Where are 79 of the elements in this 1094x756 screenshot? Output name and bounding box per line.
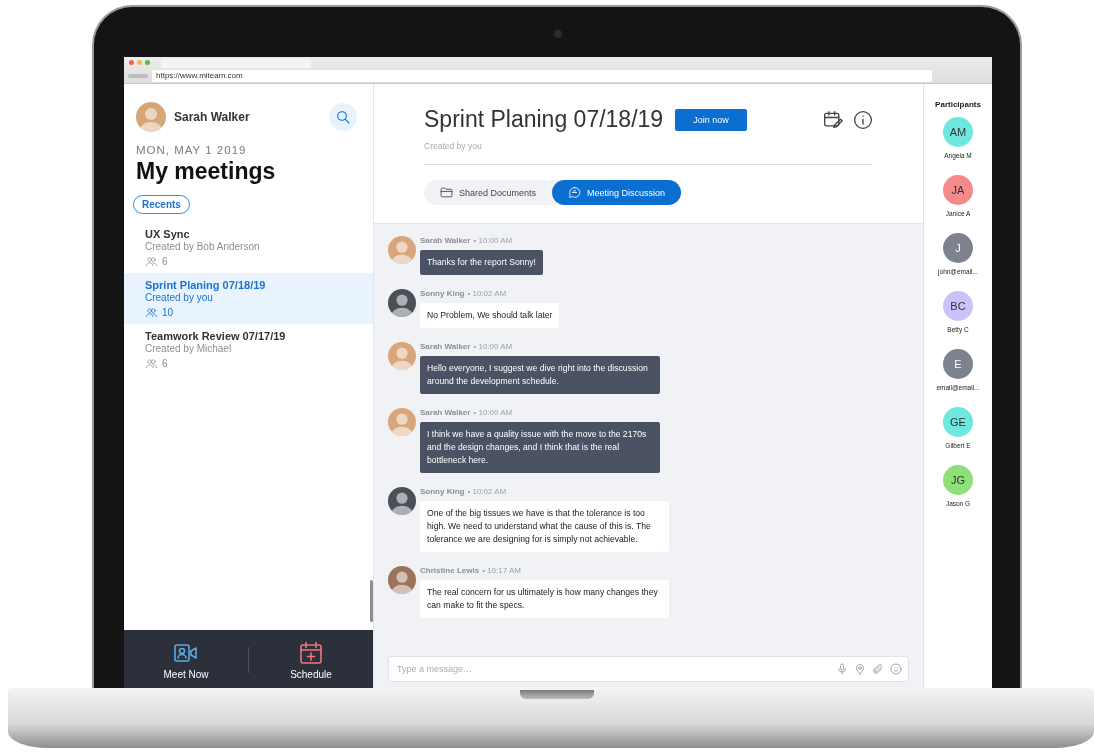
message-author: Sarah Walker (420, 408, 471, 417)
meeting-item[interactable]: UX Sync Created by Bob Anderson 6 (124, 222, 373, 273)
maximize-dot[interactable] (145, 60, 150, 65)
message-bubble: One of the big tissues we have is that the tolerance is too high. We need to understand what the cause of this is. The tolerance we are designing for is simply not achievable. (420, 501, 669, 552)
message-author: Sonny King (420, 487, 465, 496)
message-field[interactable]: Type a message… (395, 663, 830, 675)
message-time: • 10:17 AM (482, 566, 521, 575)
participant-count: 6 (162, 256, 168, 267)
filter-chip[interactable]: Recents (133, 195, 190, 214)
avatar-photo (136, 102, 166, 132)
calendar-plus-icon (298, 640, 324, 665)
message-time: • 10:00 AM (473, 408, 513, 417)
date-label: MON, MAY 1 2019 (136, 144, 248, 156)
folder-icon (440, 186, 453, 199)
address-bar[interactable]: https://www.miteam.com (152, 69, 932, 82)
meeting-title: UX Sync (145, 228, 191, 240)
participant-count: 10 (162, 307, 174, 318)
avatar-photo (388, 236, 416, 264)
avatar-photo (388, 566, 416, 594)
message-bubble: Hello everyone, I suggest we dive right into the discussion around the development schedule. (420, 356, 660, 394)
schedule-button[interactable]: Schedule (249, 636, 373, 684)
initials-avatar: JG (943, 465, 973, 495)
message-time: • 10:00 AM (473, 342, 513, 351)
avatar-photo (388, 342, 416, 370)
composer-bar[interactable]: Type a message… (388, 656, 909, 682)
search-button[interactable] (329, 103, 357, 131)
message-author: Sarah Walker (420, 342, 471, 351)
paperclip-icon[interactable] (872, 663, 884, 675)
panel-title: Participants (935, 100, 981, 109)
meeting-title: Sprint Planing 07/18/19 (424, 106, 664, 133)
meeting-item[interactable]: Teamwork Review 07/17/19 Created by Michael 6 (124, 324, 373, 375)
people-icon (145, 256, 158, 267)
user-name: Sarah Walker (174, 110, 251, 124)
location-pin-icon[interactable] (854, 663, 866, 675)
close-dot[interactable] (129, 60, 134, 65)
message-time: • 10:02 AM (467, 289, 507, 298)
message-time: • 10:02 AM (467, 487, 507, 496)
meeting-creator: Created by Michael (145, 343, 233, 354)
message-bubble: I think we have a quality issue with the move to the 2170s and the design changes, and I think that is the real bottleneck here. (420, 422, 660, 473)
emoji-icon[interactable] (890, 663, 902, 675)
message-bubble: Thanks for the report Sonny! (420, 250, 543, 275)
tab[interactable]: Shared Documents (424, 180, 553, 205)
meeting-title: Sprint Planing 07/18/19 (145, 279, 267, 291)
meet-now-button[interactable]: Meet Now (124, 636, 248, 684)
meeting-item[interactable]: Sprint Planing 07/18/19 Created by you 10 (124, 273, 373, 324)
initials-avatar: E (943, 349, 973, 379)
people-icon (145, 358, 158, 369)
message-author: Christine Lewis (420, 566, 480, 575)
meeting-title: Teamwork Review 07/17/19 (145, 330, 287, 342)
message-time: • 10:00 AM (473, 236, 513, 245)
message-bubble: No Problem, We should talk later (420, 303, 560, 328)
participant-count: 6 (162, 358, 168, 369)
info-icon[interactable] (853, 109, 873, 130)
initials-avatar: AM (943, 117, 973, 147)
avatar-photo (388, 408, 416, 436)
meeting-creator: Created by you (145, 292, 214, 303)
avatar-photo (388, 487, 416, 515)
initials-avatar: JA (943, 175, 973, 205)
minimize-dot[interactable] (137, 60, 142, 65)
message-author: Sonny King (420, 289, 465, 298)
initials-avatar: J (943, 233, 973, 263)
calendar-edit-icon[interactable] (823, 109, 843, 130)
join-now-button[interactable]: Join now (675, 108, 747, 131)
page-heading: My meetings (136, 158, 277, 185)
avatar-photo (388, 289, 416, 317)
message-author: Sarah Walker (420, 236, 471, 245)
initials-avatar: BC (943, 291, 973, 321)
meeting-creator: Created by Bob Anderson (145, 241, 261, 252)
camera-icon (554, 30, 562, 38)
people-icon (145, 307, 158, 318)
meeting-creator: Created by you (424, 141, 873, 165)
navigation-controls[interactable] (128, 73, 148, 78)
tab[interactable]: Meeting Discussion (552, 180, 682, 205)
search-icon (335, 109, 351, 125)
chat-icon (568, 186, 582, 199)
microphone-icon[interactable] (836, 663, 848, 675)
initials-avatar: GE (943, 407, 973, 437)
scrollbar[interactable] (370, 580, 373, 622)
message-bubble: The real concern for us ultimately is how many changes they can make to fit the specs. (420, 580, 669, 618)
